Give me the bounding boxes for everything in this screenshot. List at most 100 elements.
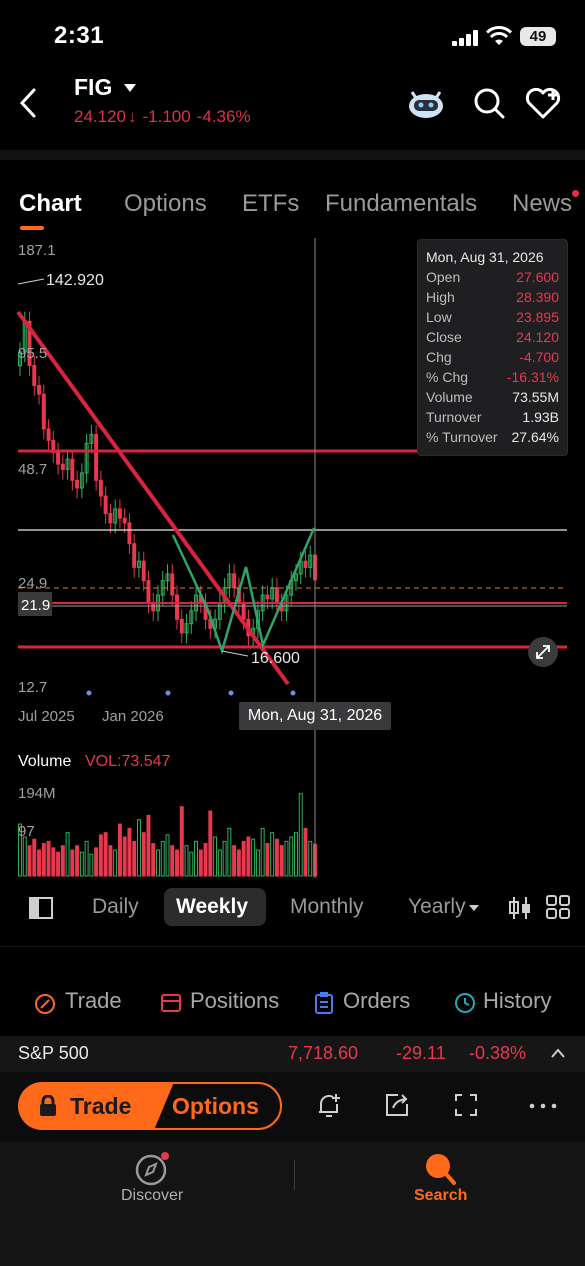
grid-menu-icon[interactable]	[546, 895, 570, 919]
orders-icon[interactable]	[314, 991, 334, 1015]
mascot-icon[interactable]	[406, 86, 446, 120]
nav-search-icon[interactable]	[424, 1152, 456, 1186]
event-dot[interactable]	[228, 690, 234, 696]
volume-bar	[151, 843, 156, 877]
period-monthly[interactable]: Monthly	[290, 895, 364, 919]
tab-options[interactable]: Options	[124, 190, 207, 218]
candle-body	[70, 458, 75, 481]
downtrend-line	[16, 310, 290, 686]
volume-bar	[308, 840, 313, 877]
candle-body	[60, 463, 65, 470]
tooltip-row-close: Close 24.120	[426, 329, 559, 345]
alert-bell-icon[interactable]	[316, 1092, 342, 1120]
bottom-navigation: Discover Search	[0, 1142, 585, 1266]
candle-body	[146, 580, 151, 604]
wifi-icon	[486, 26, 512, 45]
volume-bar	[198, 849, 203, 877]
event-dot[interactable]	[290, 690, 296, 696]
nav-search[interactable]: Search	[414, 1187, 467, 1205]
candle-body	[127, 522, 132, 545]
y-tick-label: 187.1	[18, 242, 56, 259]
volume-bar	[298, 793, 303, 877]
ticker-dropdown-icon[interactable]	[123, 83, 137, 93]
volume-bar	[32, 838, 37, 877]
search-icon[interactable]	[472, 86, 506, 120]
toolbar-positions[interactable]: Positions	[190, 988, 279, 1014]
trade-toolbar: Trade Positions Orders History	[0, 982, 585, 1026]
crosshair-date-pill: Mon, Aug 31, 2026	[239, 702, 391, 730]
compass-icon[interactable]	[134, 1151, 170, 1187]
trade-icon[interactable]	[34, 992, 58, 1016]
volume-bar	[89, 853, 94, 877]
y-tick-label: 95.5	[18, 345, 47, 362]
share-icon[interactable]	[384, 1092, 410, 1118]
period-daily[interactable]: Daily	[92, 895, 139, 919]
tooltip-row-open: Open 27.600	[426, 269, 559, 285]
index-change: -29.11	[396, 1043, 446, 1063]
price-change-pct: -4.36%	[196, 107, 251, 126]
candle-style-icon[interactable]	[508, 894, 532, 922]
fullscreen-icon[interactable]	[454, 1093, 478, 1117]
ohlc-tooltip: Mon, Aug 31, 2026 Open 27.600 High 28.390 …	[417, 239, 568, 456]
tab-etfs[interactable]: ETFs	[242, 190, 299, 218]
trade-button-label: Trade	[70, 1093, 132, 1119]
toolbar-trade[interactable]: Trade	[65, 988, 122, 1014]
period-weekly[interactable]: Weekly	[176, 895, 248, 919]
volume-bar	[146, 814, 151, 877]
volume-bar	[46, 840, 51, 877]
volume-bar	[56, 851, 61, 877]
volume-tick-label: 97	[18, 823, 35, 840]
candle-body	[32, 365, 37, 387]
history-icon[interactable]	[454, 992, 476, 1014]
candle-body	[56, 452, 61, 465]
layout-toggle-icon[interactable]	[28, 896, 54, 920]
candle-body	[232, 573, 237, 589]
event-dot[interactable]	[165, 690, 171, 696]
positions-icon[interactable]	[160, 992, 182, 1014]
ticker-symbol[interactable]: FIG	[74, 74, 112, 101]
event-dot[interactable]	[86, 690, 92, 696]
volume-bar	[255, 849, 260, 877]
index-ticker-row[interactable]: S&P 500 7,718.60 -29.11 -0.38%	[0, 1036, 585, 1072]
candle-body	[241, 602, 246, 620]
volume-bar	[189, 851, 194, 877]
volume-bar	[127, 827, 132, 877]
nav-discover[interactable]: Discover	[121, 1187, 183, 1205]
tab-fundamentals[interactable]: Fundamentals	[325, 190, 477, 218]
y-tick-label: 48.7	[18, 461, 47, 478]
more-menu-icon[interactable]	[529, 1103, 557, 1109]
volume-bar	[141, 832, 146, 877]
volume-bar	[160, 840, 165, 877]
volume-bar	[136, 819, 141, 877]
back-arrow-icon[interactable]	[14, 86, 44, 120]
volume-bar	[79, 851, 84, 877]
volume-bar	[117, 823, 122, 877]
volume-bar	[274, 838, 279, 877]
volume-bar	[241, 840, 246, 877]
volume-bar	[84, 840, 89, 877]
yearly-dropdown-icon[interactable]	[468, 904, 480, 912]
tab-news[interactable]: News	[512, 190, 572, 218]
volume-value: VOL:73.547	[85, 753, 171, 770]
crosshair-y-label: 21.9	[21, 597, 50, 614]
candles-group	[18, 311, 317, 647]
fullscreen-chart-icon[interactable]	[528, 637, 558, 667]
volume-bar	[270, 832, 275, 877]
tab-chart[interactable]: Chart	[19, 190, 82, 218]
tooltip-row-high: High 28.390	[426, 289, 559, 305]
chevron-up-icon[interactable]	[550, 1047, 566, 1059]
toolbar-orders[interactable]: Orders	[343, 988, 410, 1014]
volume-tick-label: 194M	[18, 785, 56, 802]
battery-indicator: 49	[520, 27, 556, 46]
period-yearly[interactable]: Yearly	[408, 895, 466, 919]
add-watchlist-icon[interactable]	[524, 86, 562, 120]
volume-bar	[37, 849, 42, 877]
y-tick-label: 12.7	[18, 679, 47, 696]
status-time: 2:31	[54, 22, 105, 49]
action-bar: Trade Options	[0, 1072, 585, 1142]
toolbar-history[interactable]: History	[483, 988, 551, 1014]
section-tabs: Chart Options ETFs Fundamentals News	[0, 190, 585, 230]
volume-bar	[227, 827, 232, 877]
quote-line: 24.120 ↓ -1.100 -4.36%	[74, 107, 257, 127]
volume-bar	[103, 832, 108, 877]
